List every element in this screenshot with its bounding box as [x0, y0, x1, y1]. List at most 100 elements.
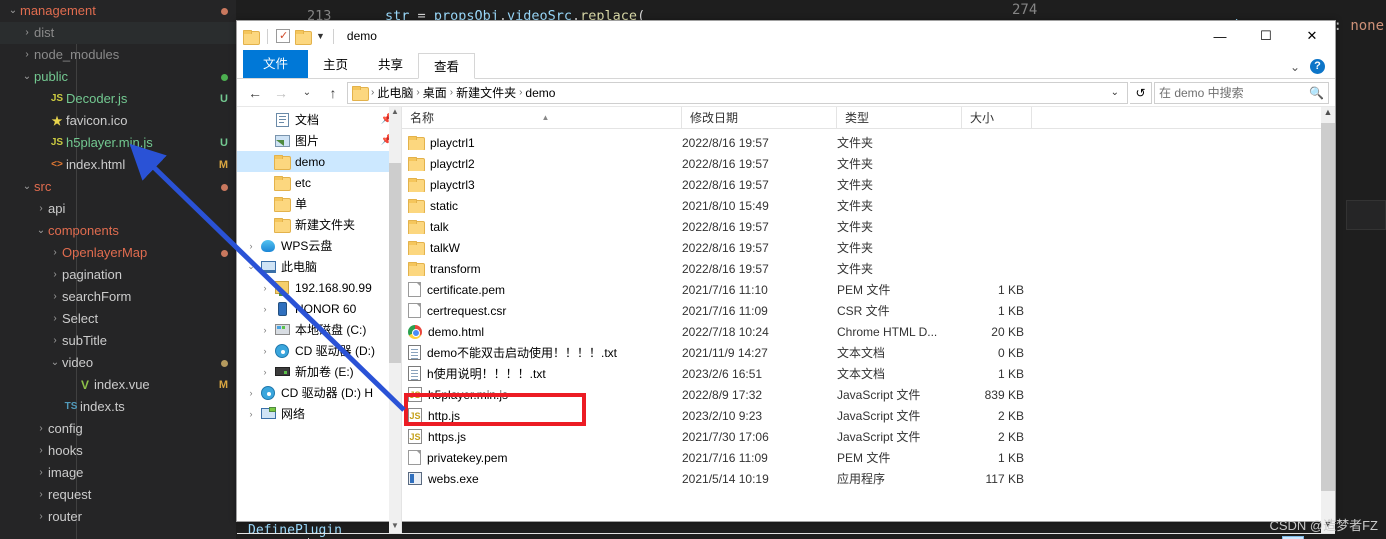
- file-name-cell[interactable]: talkW: [402, 241, 682, 255]
- nav-tree-item-3[interactable]: etc: [237, 172, 401, 193]
- sidebar-item-public[interactable]: ⌄ public: [0, 66, 236, 88]
- properties-icon[interactable]: ✓: [276, 29, 290, 43]
- chevron-right-icon[interactable]: ›: [257, 283, 273, 293]
- file-row[interactable]: talkW 2022/8/16 19:57 文件夹: [402, 237, 1335, 258]
- sidebar-item-components[interactable]: ⌄ components: [0, 220, 236, 242]
- file-name-cell[interactable]: demo不能双击启动使用！！！！.txt: [402, 344, 682, 361]
- chevron-right-icon[interactable]: ›: [34, 506, 48, 528]
- chevron-down-icon[interactable]: ▼: [316, 31, 325, 41]
- explorer-titlebar[interactable]: ✓ ▼ demo — ☐ ✕: [237, 21, 1335, 51]
- sidebar-item-openlayermap[interactable]: › OpenlayerMap: [0, 242, 236, 264]
- column-headers[interactable]: 名称 ▲ 修改日期 类型 大小: [402, 107, 1335, 129]
- ribbon-right-controls[interactable]: ⌄ ?: [1290, 59, 1335, 78]
- sidebar-item-decoder-js[interactable]: JS Decoder.js U: [0, 88, 236, 110]
- file-row[interactable]: h使用说明！！！！.txt 2023/2/6 16:51 文本文档 1 KB: [402, 363, 1335, 384]
- navigation-tree[interactable]: 文档 📌 图片 📌 demo etc 单新建文件夹 › WPS云盘 ⌄ 此电脑 › 192.168.90…: [237, 107, 401, 424]
- file-row[interactable]: playctrl2 2022/8/16 19:57 文件夹: [402, 153, 1335, 174]
- nav-tree-item-4[interactable]: 单: [237, 193, 401, 214]
- chevron-right-icon[interactable]: ›: [243, 241, 259, 251]
- chevron-right-icon[interactable]: ›: [20, 22, 34, 44]
- file-name-cell[interactable]: transform: [402, 262, 682, 276]
- scroll-up-arrow[interactable]: ▲: [389, 107, 401, 119]
- large-icons-view-button[interactable]: [1307, 536, 1329, 539]
- new-folder-icon[interactable]: [295, 29, 312, 45]
- sidebar-item-h5player-min-js[interactable]: JS h5player.min.js U: [0, 132, 236, 154]
- column-header-1[interactable]: 修改日期: [682, 107, 837, 128]
- nav-tree-item-13[interactable]: › CD 驱动器 (D:) H: [237, 382, 401, 403]
- nav-tree-item-8[interactable]: › 192.168.90.99: [237, 277, 401, 298]
- breadcrumb-dropdown-icon[interactable]: ⌄: [1107, 87, 1123, 98]
- file-row[interactable]: webs.exe 2021/5/14 10:19 应用程序 117 KB: [402, 468, 1335, 489]
- file-name-cell[interactable]: demo.html: [402, 324, 682, 339]
- search-icon[interactable]: 🔍: [1309, 86, 1324, 100]
- maximize-button[interactable]: ☐: [1243, 21, 1289, 51]
- sidebar-item-dist[interactable]: › dist: [0, 22, 236, 44]
- vscode-explorer-sidebar[interactable]: ⌄ management › dist › node_modules ⌄ public JS De…: [0, 0, 236, 539]
- file-name-cell[interactable]: h使用说明！！！！.txt: [402, 365, 682, 382]
- file-row[interactable]: JS http.js 2023/2/10 9:23 JavaScript 文件 2 KB: [402, 405, 1335, 426]
- chevron-right-icon[interactable]: ›: [20, 44, 34, 66]
- sidebar-item-index-html[interactable]: <> index.html M: [0, 154, 236, 176]
- sidebar-item-index-ts[interactable]: TS index.ts: [0, 396, 236, 418]
- file-row[interactable]: static 2021/8/10 15:49 文件夹: [402, 195, 1335, 216]
- nav-tree-item-1[interactable]: 图片 📌: [237, 130, 401, 151]
- minimize-button[interactable]: —: [1197, 21, 1243, 51]
- sidebar-item-index-vue[interactable]: Vindex.vue M: [0, 374, 236, 396]
- ribbon-tab-1[interactable]: 主页: [308, 52, 363, 78]
- chevron-right-icon[interactable]: ›: [243, 409, 259, 419]
- file-name-cell[interactable]: privatekey.pem: [402, 450, 682, 465]
- chevron-right-icon[interactable]: ›: [34, 418, 48, 440]
- chevron-right-icon[interactable]: ›: [257, 367, 273, 377]
- ribbon-tabs[interactable]: 文件 主页 共享 查看 ⌄ ?: [237, 50, 1335, 79]
- column-header-3[interactable]: 大小: [962, 107, 1032, 128]
- scrollbar-thumb[interactable]: [389, 163, 401, 363]
- breadcrumb[interactable]: › 此电脑 › 桌面 › 新建文件夹 › demo ⌄: [347, 81, 1128, 104]
- file-row[interactable]: demo.html 2022/7/18 10:24 Chrome HTML D...…: [402, 321, 1335, 342]
- sidebar-item-hooks[interactable]: › hooks: [0, 440, 236, 462]
- file-name-cell[interactable]: static: [402, 199, 682, 213]
- file-name-cell[interactable]: talk: [402, 220, 682, 234]
- chevron-right-icon[interactable]: ›: [243, 388, 259, 398]
- file-name-cell[interactable]: JS https.js: [402, 429, 682, 444]
- chevron-down-icon[interactable]: ⌄: [6, 0, 20, 22]
- chevron-right-icon[interactable]: ›: [48, 308, 62, 330]
- file-name-cell[interactable]: certrequest.csr: [402, 303, 682, 318]
- file-name-cell[interactable]: playctrl1: [402, 136, 682, 150]
- details-view-button[interactable]: [1282, 535, 1304, 539]
- scrollbar-thumb[interactable]: [1321, 123, 1335, 491]
- chevron-right-icon[interactable]: ›: [48, 264, 62, 286]
- file-name-cell[interactable]: playctrl3: [402, 178, 682, 192]
- scroll-up-arrow[interactable]: ▲: [1321, 107, 1335, 121]
- file-name-cell[interactable]: playctrl2: [402, 157, 682, 171]
- chevron-down-icon[interactable]: ⌄: [48, 352, 62, 374]
- chevron-down-icon[interactable]: ⌄: [20, 66, 34, 88]
- ribbon-tab-3[interactable]: 查看: [418, 53, 476, 79]
- column-header-2[interactable]: 类型: [837, 107, 962, 128]
- sidebar-item-video[interactable]: ⌄ video: [0, 352, 236, 374]
- chevron-down-icon[interactable]: ⌄: [34, 220, 48, 242]
- chevron-right-icon[interactable]: ›: [257, 325, 273, 335]
- sidebar-item-router[interactable]: › router: [0, 506, 236, 528]
- file-explorer-window[interactable]: ✓ ▼ demo — ☐ ✕ 文件 主页 共享 查看 ⌄ ? ← → ⌄ ↑ ›…: [236, 20, 1336, 539]
- file-list[interactable]: playctrl1 2022/8/16 19:57 文件夹 playctrl2 2022…: [402, 129, 1335, 489]
- sidebar-item-src[interactable]: ⌄ src: [0, 176, 236, 198]
- address-bar[interactable]: ← → ⌄ ↑ › 此电脑 › 桌面 › 新建文件夹 › demo ⌄ ↺ 在 demo 中搜…: [237, 79, 1335, 107]
- file-name-cell[interactable]: webs.exe: [402, 472, 682, 486]
- view-mode-buttons[interactable]: [1282, 535, 1335, 539]
- chevron-right-icon[interactable]: ›: [34, 198, 48, 220]
- sidebar-item-request[interactable]: › request: [0, 484, 236, 506]
- nav-tree-item-7[interactable]: ⌄ 此电脑: [237, 256, 401, 277]
- file-name-cell[interactable]: certificate.pem: [402, 282, 682, 297]
- vscode-file-tree[interactable]: ⌄ management › dist › node_modules ⌄ public JS De…: [0, 0, 236, 528]
- file-row[interactable]: certificate.pem 2021/7/16 11:10 PEM 文件 1 KB: [402, 279, 1335, 300]
- chevron-right-icon[interactable]: ›: [257, 304, 273, 314]
- nav-tree-item-5[interactable]: 新建文件夹: [237, 214, 401, 235]
- column-header-0[interactable]: 名称 ▲: [402, 107, 682, 128]
- ribbon-tab-0[interactable]: 文件: [243, 50, 309, 78]
- breadcrumb-item[interactable]: 此电脑: [377, 84, 413, 101]
- sidebar-item-pagination[interactable]: › pagination: [0, 264, 236, 286]
- sidebar-item-api[interactable]: › api: [0, 198, 236, 220]
- sidebar-item-node-modules[interactable]: › node_modules: [0, 44, 236, 66]
- chevron-right-icon[interactable]: ›: [257, 346, 273, 356]
- sidebar-item-config[interactable]: › config: [0, 418, 236, 440]
